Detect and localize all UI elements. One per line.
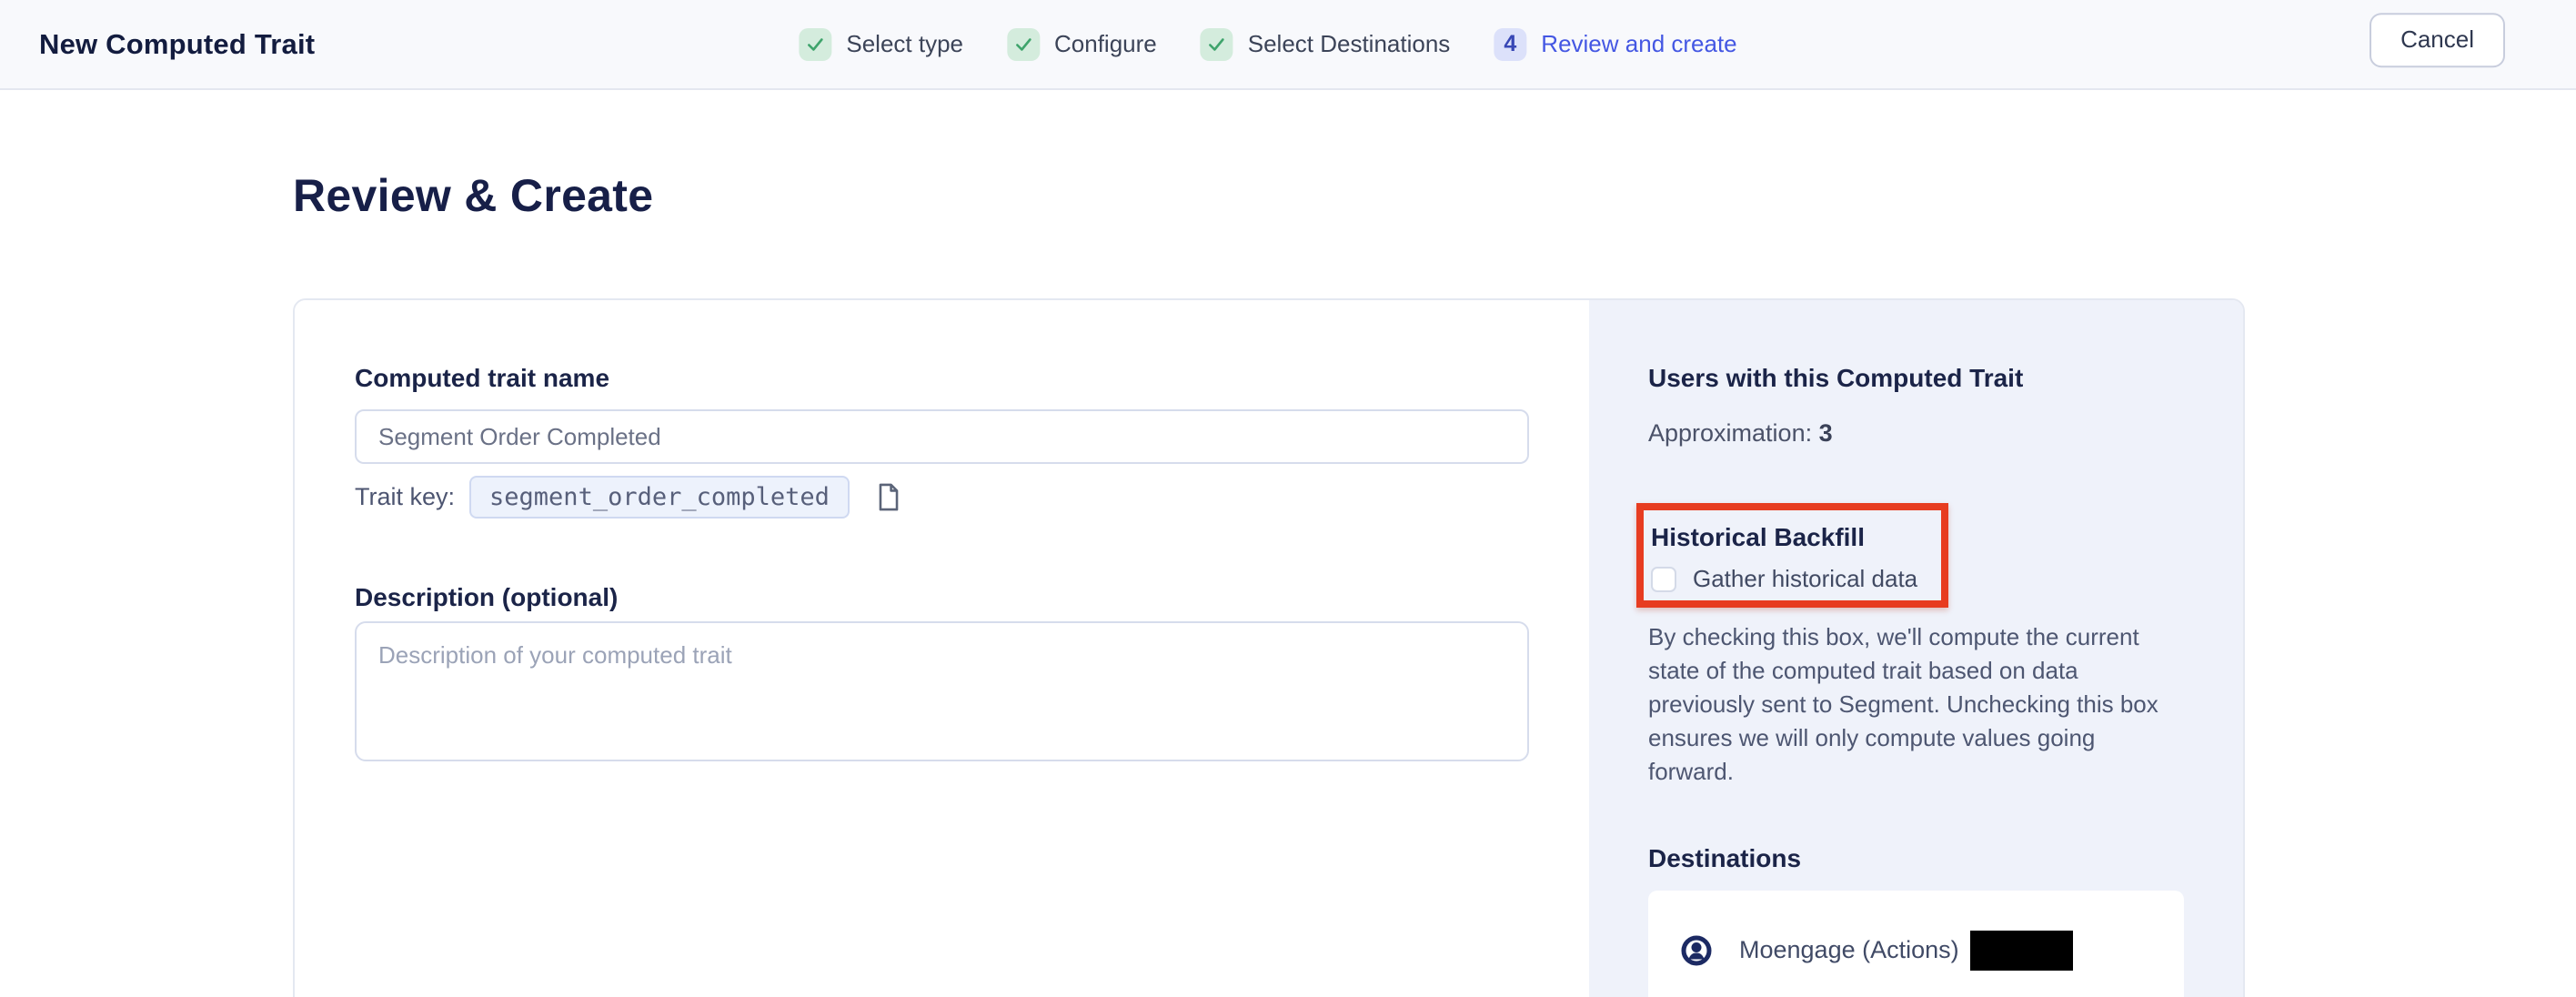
approximation-value: 3 <box>1819 419 1833 447</box>
step-review-and-create[interactable]: 4 Review and create <box>1494 28 1736 61</box>
step-label: Configure <box>1054 30 1157 58</box>
trait-key-chip: segment_order_completed <box>469 476 850 519</box>
summary-panel: Users with this Computed Trait Approxima… <box>1589 300 2243 997</box>
trait-key-row: Trait key: segment_order_completed <box>355 476 1529 519</box>
approximation-label: Approximation: <box>1648 419 1812 447</box>
review-page: Review & Create Computed trait name Trai… <box>0 169 2576 997</box>
gather-historical-data-label[interactable]: Gather historical data <box>1693 565 1917 593</box>
step-label: Select type <box>846 30 963 58</box>
gather-historical-data-checkbox[interactable] <box>1651 567 1676 592</box>
destinations-heading: Destinations <box>1648 843 2189 874</box>
trait-name-label: Computed trait name <box>355 363 1529 394</box>
trait-form-section: Computed trait name Trait key: segment_o… <box>295 300 1589 997</box>
historical-backfill-heading: Historical Backfill <box>1651 521 1932 554</box>
wizard-steps: Select type Configure Select Destination… <box>799 28 1736 61</box>
users-heading: Users with this Computed Trait <box>1648 363 2189 394</box>
moengage-icon <box>1681 935 1712 966</box>
step-configure[interactable]: Configure <box>1007 28 1157 61</box>
step-select-type[interactable]: Select type <box>799 28 963 61</box>
backfill-checkbox-row: Gather historical data <box>1651 565 1932 593</box>
cancel-button[interactable]: Cancel <box>2370 13 2505 67</box>
page-title: New Computed Trait <box>39 28 315 61</box>
trait-name-input[interactable] <box>355 409 1529 464</box>
step-label: Review and create <box>1541 30 1736 58</box>
description-label: Description (optional) <box>355 582 1529 613</box>
step-select-destinations[interactable]: Select Destinations <box>1201 28 1451 61</box>
redacted-text <box>1970 931 2073 971</box>
step-label: Select Destinations <box>1248 30 1451 58</box>
description-textarea[interactable] <box>355 621 1529 761</box>
approximation-row: Approximation: 3 <box>1648 418 2189 448</box>
backfill-description: By checking this box, we'll compute the … <box>1648 620 2176 789</box>
check-icon <box>799 28 831 61</box>
review-card: Computed trait name Trait key: segment_o… <box>293 298 2245 997</box>
annotation-highlight: Historical Backfill Gather historical da… <box>1636 503 1948 608</box>
step-number-badge: 4 <box>1494 28 1526 61</box>
check-icon <box>1201 28 1233 61</box>
wizard-header: New Computed Trait Select type Configure… <box>0 0 2576 90</box>
trait-key-label: Trait key: <box>355 483 455 511</box>
copy-icon[interactable] <box>877 483 901 511</box>
destination-name: Moengage (Actions) <box>1739 936 1959 964</box>
review-create-heading: Review & Create <box>293 169 2576 222</box>
check-icon <box>1007 28 1040 61</box>
destination-card: Moengage (Actions) <box>1648 891 2184 997</box>
